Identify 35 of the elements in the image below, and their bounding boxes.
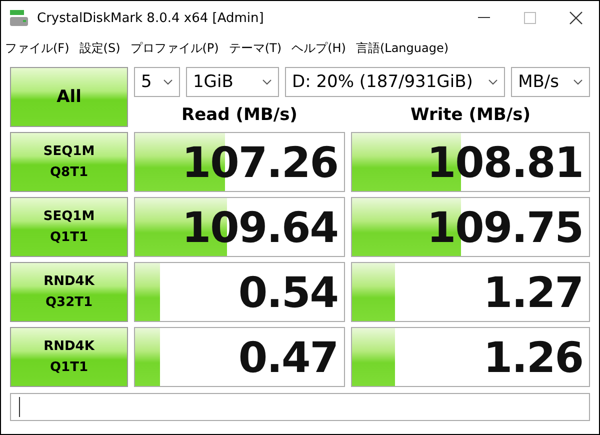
- chevron-down-icon: [488, 79, 498, 85]
- all-button[interactable]: All: [10, 67, 128, 127]
- dropdown[interactable]: 5: [134, 67, 180, 97]
- test-button[interactable]: SEQ1M Q1T1: [10, 197, 128, 257]
- test-button[interactable]: SEQ1M Q8T1: [10, 132, 128, 192]
- chevron-down-icon: [572, 79, 583, 85]
- speed-value: 0.54: [238, 268, 338, 316]
- comment-field[interactable]: [10, 393, 590, 421]
- speed-value: 1.27: [483, 268, 583, 316]
- menu-item[interactable]: ヘルプ(H): [292, 40, 346, 56]
- minimize-icon: [478, 17, 490, 19]
- menu-item[interactable]: プロファイル(P): [130, 40, 219, 56]
- menu-item[interactable]: 設定(S): [79, 40, 120, 56]
- chevron-down-icon: [262, 79, 272, 85]
- column-header: Write (MB/s): [410, 105, 532, 127]
- test-button[interactable]: RND4K Q1T1: [10, 327, 128, 387]
- column-header: Read (MB/s): [180, 105, 298, 127]
- menu-item[interactable]: 言語(Language): [356, 40, 449, 56]
- speed-value: 109.64: [182, 202, 338, 252]
- dropdown[interactable]: MB/s: [511, 67, 590, 97]
- speed-value: 107.26: [182, 138, 338, 186]
- speed-value: 108.81: [426, 138, 583, 186]
- disk-icon: [9, 9, 29, 27]
- test-button[interactable]: RND4K Q32T1: [10, 262, 128, 322]
- menu-item[interactable]: ファイル(F): [5, 40, 70, 56]
- dropdown[interactable]: 1GiB: [186, 67, 280, 97]
- speed-value: 0.47: [238, 332, 338, 382]
- speed-value: 1.26: [483, 332, 583, 382]
- chevron-down-icon: [162, 79, 173, 85]
- menu-item[interactable]: テーマ(T): [228, 40, 282, 56]
- dropdown[interactable]: D: 20% (187/931GiB): [285, 67, 506, 97]
- maximize-icon: [524, 12, 536, 24]
- close-icon: [569, 11, 583, 25]
- window-title: CrystalDiskMark 8.0.4 x64 [Admin]: [37, 10, 265, 26]
- speed-value: 109.75: [426, 202, 583, 252]
